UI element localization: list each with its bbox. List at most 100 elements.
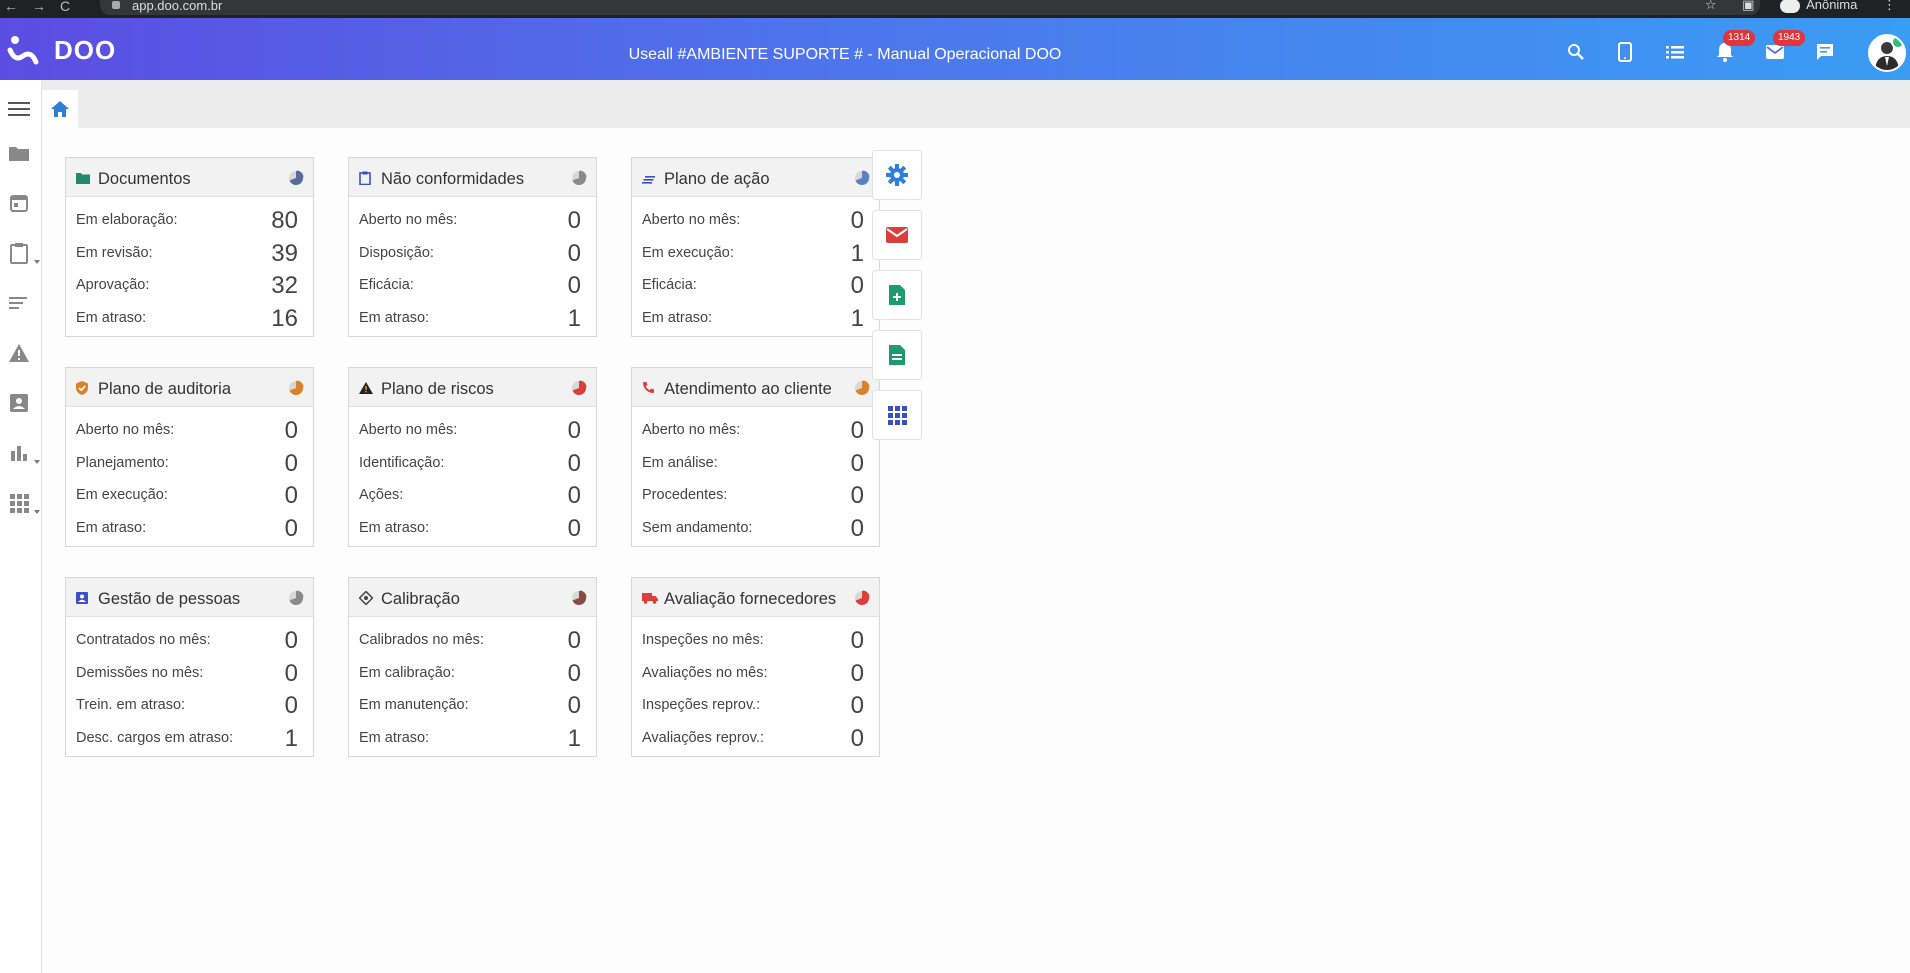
- card-row[interactable]: Sem andamento: 0: [632, 513, 879, 546]
- row-value[interactable]: 32: [271, 272, 298, 300]
- profile-button[interactable]: Anônima: [1780, 0, 1857, 13]
- card-row[interactable]: Aberto no mês: 0: [632, 415, 879, 448]
- row-value[interactable]: 0: [568, 627, 581, 655]
- card-row[interactable]: Contratados no mês: 0: [66, 625, 313, 658]
- card-row[interactable]: Aberto no mês: 0: [632, 205, 879, 238]
- card-row[interactable]: Em manutenção: 0: [349, 690, 596, 723]
- mobile-icon[interactable]: [1613, 40, 1637, 64]
- pie-chart-icon[interactable]: [288, 170, 304, 186]
- row-value[interactable]: 1: [568, 305, 581, 333]
- card-row[interactable]: Eficácia: 0: [349, 270, 596, 303]
- extensions-icon[interactable]: ▣: [1742, 0, 1754, 12]
- card-header[interactable]: Documentos: [66, 158, 313, 197]
- chat-icon[interactable]: [1813, 40, 1837, 64]
- card-row[interactable]: Em execução: 0: [66, 480, 313, 513]
- row-value[interactable]: 0: [285, 450, 298, 478]
- card-atendimento[interactable]: Atendimento ao cliente Aberto no mês: 0 Em …: [631, 367, 880, 547]
- card-row[interactable]: Aberto no mês: 0: [66, 415, 313, 448]
- row-value[interactable]: 0: [568, 450, 581, 478]
- card-documentos[interactable]: Documentos Em elaboração: 80 Em revisão: 39 A…: [65, 157, 314, 337]
- card-header[interactable]: Avaliação fornecedores: [632, 578, 879, 617]
- pie-chart-icon[interactable]: [288, 380, 304, 396]
- card-header[interactable]: Atendimento ao cliente: [632, 368, 879, 407]
- card-header[interactable]: Plano de auditoria: [66, 368, 313, 407]
- pie-chart-icon[interactable]: [854, 590, 870, 606]
- card-plano-acao[interactable]: Plano de ação Aberto no mês: 0 Em execução:…: [631, 157, 880, 337]
- card-row[interactable]: Em atraso: 1: [349, 723, 596, 756]
- pie-chart-icon[interactable]: [854, 380, 870, 396]
- pie-chart-icon[interactable]: [288, 590, 304, 606]
- row-value[interactable]: 1: [851, 305, 864, 333]
- row-value[interactable]: 0: [285, 482, 298, 510]
- card-row[interactable]: Aberto no mês: 0: [349, 415, 596, 448]
- row-value[interactable]: 0: [851, 515, 864, 543]
- row-value[interactable]: 0: [568, 692, 581, 720]
- address-bar[interactable]: app.doo.com.br: [100, 0, 1760, 15]
- list-icon[interactable]: [4, 288, 34, 318]
- row-value[interactable]: 1: [285, 725, 298, 753]
- row-value[interactable]: 80: [271, 207, 298, 235]
- browser-menu-icon[interactable]: ⋮: [1883, 0, 1896, 12]
- card-row[interactable]: Procedentes: 0: [632, 480, 879, 513]
- pie-chart-icon[interactable]: [854, 170, 870, 186]
- row-value[interactable]: 0: [851, 207, 864, 235]
- row-value[interactable]: 0: [285, 627, 298, 655]
- row-value[interactable]: 0: [568, 660, 581, 688]
- mail-icon[interactable]: 1943: [1763, 30, 1806, 64]
- card-row[interactable]: Inspeções reprov.: 0: [632, 690, 879, 723]
- card-row[interactable]: Desc. cargos em atraso: 1: [66, 723, 313, 756]
- list-view-icon[interactable]: [1663, 40, 1687, 64]
- row-value[interactable]: 0: [568, 272, 581, 300]
- card-calibracao[interactable]: Calibração Calibrados no mês: 0 Em calibraç…: [348, 577, 597, 757]
- row-value[interactable]: 0: [568, 240, 581, 268]
- row-value[interactable]: 0: [851, 660, 864, 688]
- pie-chart-icon[interactable]: [571, 170, 587, 186]
- card-row[interactable]: Demissões no mês: 0: [66, 658, 313, 691]
- row-value[interactable]: 0: [851, 627, 864, 655]
- card-row[interactable]: Em atraso: 0: [349, 513, 596, 546]
- row-value[interactable]: 0: [851, 450, 864, 478]
- row-value[interactable]: 0: [285, 660, 298, 688]
- card-row[interactable]: Em elaboração: 80: [66, 205, 313, 238]
- card-row[interactable]: Ações: 0: [349, 480, 596, 513]
- card-plano-riscos[interactable]: Plano de riscos Aberto no mês: 0 Identifica…: [348, 367, 597, 547]
- card-row[interactable]: Aprovação: 32: [66, 270, 313, 303]
- row-value[interactable]: 0: [285, 417, 298, 445]
- email-button[interactable]: [872, 210, 922, 260]
- settings-button[interactable]: [872, 150, 922, 200]
- card-plano-auditoria[interactable]: Plano de auditoria Aberto no mês: 0 Planeja…: [65, 367, 314, 547]
- row-value[interactable]: 0: [568, 417, 581, 445]
- card-nao-conformidades[interactable]: Não conformidades Aberto no mês: 0 Disposiç…: [348, 157, 597, 337]
- card-row[interactable]: Inspeções no mês: 0: [632, 625, 879, 658]
- menu-icon[interactable]: [4, 94, 34, 124]
- card-row[interactable]: Em análise: 0: [632, 448, 879, 481]
- row-value[interactable]: 0: [285, 692, 298, 720]
- apps-grid-button[interactable]: [872, 390, 922, 440]
- card-row[interactable]: Trein. em atraso: 0: [66, 690, 313, 723]
- calendar-icon[interactable]: [4, 188, 34, 218]
- card-row[interactable]: Aberto no mês: 0: [349, 205, 596, 238]
- folder-icon[interactable]: [4, 138, 34, 168]
- search-icon[interactable]: [1564, 40, 1588, 64]
- card-row[interactable]: Eficácia: 0: [632, 270, 879, 303]
- row-value[interactable]: 39: [271, 240, 298, 268]
- card-row[interactable]: Em execução: 1: [632, 238, 879, 271]
- row-value[interactable]: 0: [851, 725, 864, 753]
- card-header[interactable]: Plano de ação: [632, 158, 879, 197]
- row-value[interactable]: 0: [568, 207, 581, 235]
- add-document-button[interactable]: [872, 270, 922, 320]
- user-avatar[interactable]: [1868, 34, 1906, 72]
- card-row[interactable]: Em revisão: 39: [66, 238, 313, 271]
- card-row[interactable]: Em atraso: 1: [632, 303, 879, 336]
- card-row[interactable]: Avaliações reprov.: 0: [632, 723, 879, 756]
- card-row[interactable]: Em atraso: 0: [66, 513, 313, 546]
- clipboard-icon[interactable]: [4, 238, 40, 268]
- row-value[interactable]: 16: [271, 305, 298, 333]
- card-row[interactable]: Calibrados no mês: 0: [349, 625, 596, 658]
- pie-chart-icon[interactable]: [571, 380, 587, 396]
- card-gestao-pessoas[interactable]: Gestão de pessoas Contratados no mês: 0 Dem…: [65, 577, 314, 757]
- card-row[interactable]: Identificação: 0: [349, 448, 596, 481]
- row-value[interactable]: 0: [851, 272, 864, 300]
- notifications-bell-icon[interactable]: 1314: [1713, 30, 1756, 64]
- pie-chart-icon[interactable]: [571, 590, 587, 606]
